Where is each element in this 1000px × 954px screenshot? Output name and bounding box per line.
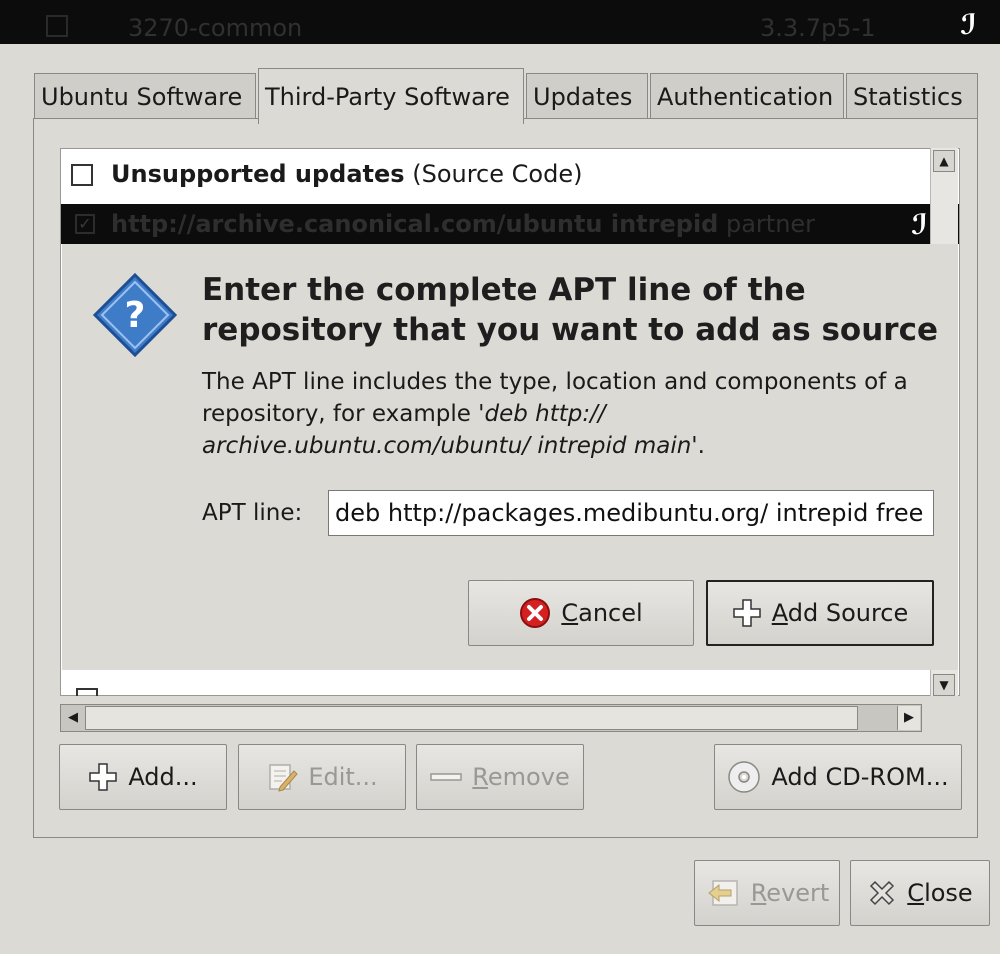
list-item[interactable] — [64, 680, 664, 696]
package-version: 3.3.7p5-1 — [760, 14, 876, 42]
source-name: http://archive.canonical.com/ubuntu intr… — [111, 210, 719, 238]
description-end: . — [697, 433, 705, 459]
svg-text:?: ? — [125, 295, 146, 336]
revert-icon — [707, 880, 738, 906]
scrollbar-thumb[interactable] — [85, 706, 858, 730]
question-icon: ? — [92, 272, 178, 358]
cancel-button-label: Cancel — [561, 599, 643, 627]
source-label: Unsupported updates (Source Code) — [111, 160, 582, 188]
source-detail: partner — [718, 210, 816, 238]
scroll-down-icon[interactable]: ▼ — [933, 674, 955, 696]
app-logo-icon: ℐ — [960, 8, 977, 41]
package-name: 3270-common — [128, 14, 303, 42]
apt-line-input[interactable] — [328, 490, 934, 536]
edit-button-label: Edit... — [308, 763, 378, 791]
add-cdrom-button[interactable]: Add CD-ROM... — [714, 744, 962, 810]
horizontal-scrollbar[interactable]: ◀ ▶ — [60, 704, 922, 732]
revert-button-label: Revert — [750, 879, 830, 907]
tab-third-party-software[interactable]: Third-Party Software — [258, 68, 524, 124]
edit-button[interactable]: Edit... — [238, 744, 406, 810]
tab-authentication[interactable]: Authentication — [650, 73, 844, 119]
source-detail: (Source Code) — [404, 160, 583, 188]
close-button-label: Close — [907, 879, 973, 907]
add-source-button-label: Add Source — [771, 599, 909, 627]
scroll-up-icon[interactable]: ▲ — [933, 150, 955, 172]
add-source-button[interactable]: Add Source — [706, 580, 934, 646]
tab-ubuntu-software[interactable]: Ubuntu Software — [34, 73, 256, 119]
package-checkbox[interactable] — [46, 15, 68, 37]
error-icon — [520, 598, 551, 628]
scroll-left-icon[interactable]: ◀ — [62, 706, 84, 730]
scroll-right-icon[interactable]: ▶ — [897, 706, 920, 730]
cancel-button[interactable]: Cancel — [468, 580, 694, 646]
source-name: Unsupported updates — [111, 160, 405, 188]
minus-icon — [430, 773, 463, 781]
close-icon — [870, 880, 895, 906]
add-button-label: Add... — [128, 763, 198, 791]
plus-icon — [89, 763, 118, 791]
dialog-description: The APT line includes the type, location… — [202, 366, 922, 462]
app-logo-icon: ℐ — [911, 208, 928, 241]
add-cdrom-button-label: Add CD-ROM... — [771, 763, 949, 791]
source-checkbox[interactable]: ✓ — [75, 214, 95, 234]
edit-icon — [269, 764, 298, 792]
remove-button-label: Remove — [472, 763, 570, 791]
package-row-header: 3270-common 3.3.7p5-1 ℐ — [0, 0, 1000, 44]
list-item[interactable]: ✓ http://archive.canonical.com/ubuntu in… — [61, 204, 959, 244]
source-checkbox[interactable] — [71, 164, 93, 186]
add-source-dialog: ? Enter the complete APT line of the rep… — [62, 244, 958, 670]
source-checkbox[interactable] — [76, 688, 98, 696]
add-button[interactable]: Add... — [59, 744, 227, 810]
revert-button[interactable]: Revert — [694, 860, 840, 926]
list-item[interactable]: Unsupported updates (Source Code) — [61, 150, 921, 200]
apt-line-label: APT line: — [202, 500, 303, 526]
dialog-title: Enter the complete APT line of the repos… — [202, 272, 938, 348]
tab-statistics[interactable]: Statistics — [846, 73, 978, 119]
plus-icon — [732, 599, 761, 627]
cdrom-icon — [728, 761, 761, 793]
close-button[interactable]: Close — [850, 860, 990, 926]
source-label: http://archive.canonical.com/ubuntu intr… — [111, 210, 815, 238]
tab-updates[interactable]: Updates — [526, 73, 648, 119]
remove-button[interactable]: Remove — [416, 744, 584, 810]
